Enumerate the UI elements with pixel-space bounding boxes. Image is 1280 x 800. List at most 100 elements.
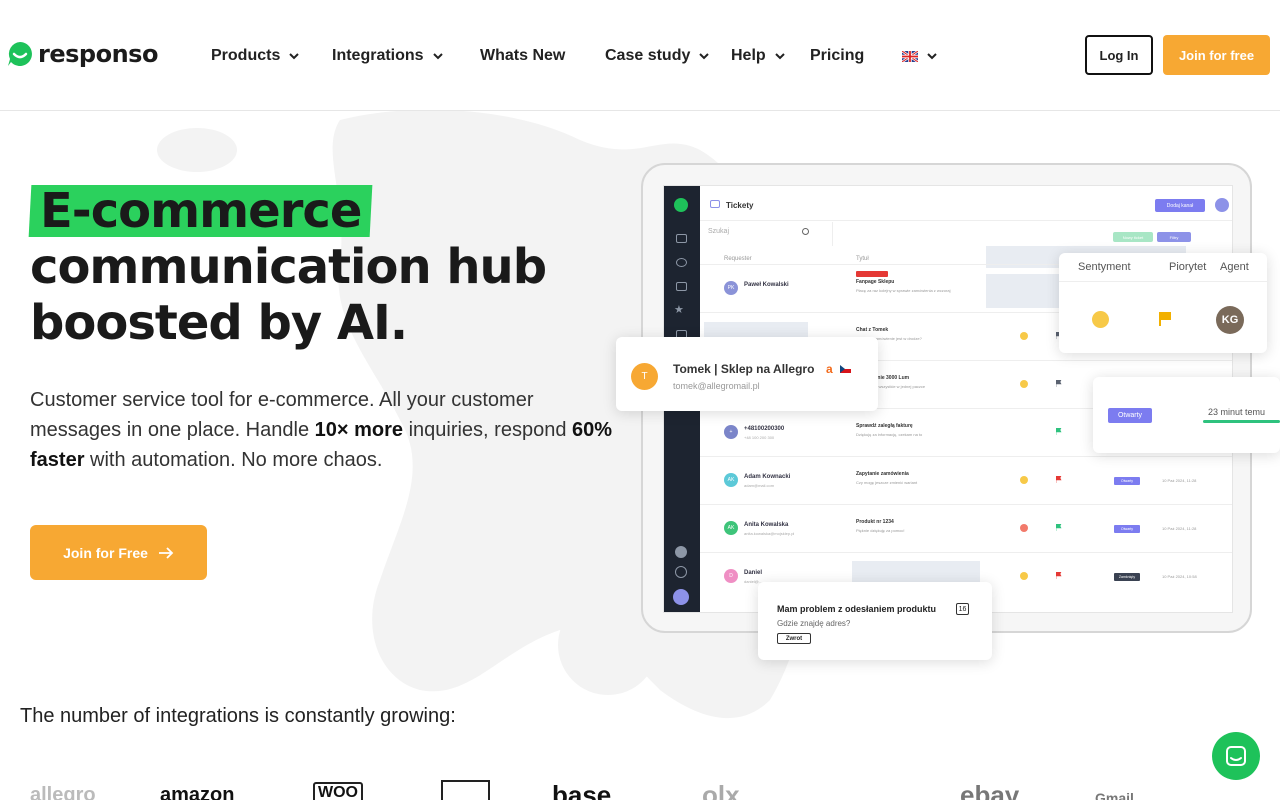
nav-case-study[interactable]: Case study <box>605 46 710 66</box>
progress-bar <box>1203 420 1280 423</box>
sentiment-icon <box>1020 332 1028 340</box>
flag-icon <box>1159 312 1171 326</box>
app-logo-icon <box>674 198 688 212</box>
chat-launcher-button[interactable] <box>1212 732 1260 780</box>
settings-icon <box>675 566 687 578</box>
nav-pricing[interactable]: Pricing <box>810 46 864 66</box>
contact-name: Tomek | Sklep na Allegro <box>673 362 815 376</box>
login-button[interactable]: Log In <box>1085 35 1153 75</box>
hero-title: E-commerce communication hub boosted by … <box>28 183 547 351</box>
nav-whats-new-label: Whats New <box>480 47 566 64</box>
flag-icon <box>1056 380 1062 387</box>
flag-icon <box>1056 428 1062 435</box>
logo-text: responso <box>38 40 158 68</box>
table-row[interactable]: AK Adam Kownacki adam@mail.com Zapytanie… <box>700 456 1232 504</box>
nav-help[interactable]: Help <box>731 46 786 66</box>
join-for-free-header-button[interactable]: Join for free <box>1163 35 1270 75</box>
allegro-logo: allegro <box>30 784 96 800</box>
row-desc: Płacę za raz kolejny w sprawie zamówieni… <box>856 288 951 293</box>
gmail-logo: Gmail <box>1095 790 1134 800</box>
integration-logo <box>441 780 490 800</box>
hero-sub-text: inquiries, respond <box>403 419 572 441</box>
add-channel-button[interactable]: Dodaj kanał <box>1155 199 1205 212</box>
contact-email: tomek@allegromail.pl <box>673 381 760 391</box>
row-desc: Czy mogę jeszcze zmienić wariant <box>856 480 918 485</box>
divider <box>832 222 833 246</box>
status-badge: Otwarty <box>1108 408 1152 423</box>
nav-whats-new[interactable]: Whats New <box>480 46 565 66</box>
join-for-free-hero-button[interactable]: Join for Free <box>30 525 207 580</box>
filters-button[interactable]: Filtry <box>1157 232 1191 242</box>
message-count: 16 <box>956 603 969 615</box>
ticket-icon <box>710 200 720 208</box>
chevron-down-icon <box>289 53 300 60</box>
row-name: Daniel <box>744 570 763 576</box>
base-logo: base <box>552 780 612 800</box>
message-tag: Zwrot <box>777 633 811 644</box>
arrow-right-icon <box>158 546 174 559</box>
nav-integrations[interactable]: Integrations <box>332 46 444 66</box>
contact-avatar: T <box>631 363 658 390</box>
row-avatar: D <box>724 569 738 583</box>
chevron-down-icon <box>432 53 443 60</box>
message-card: Mam problem z odesłaniem produktu 16 Gdz… <box>758 582 992 660</box>
hero-sub-text: with automation. No more chaos. <box>84 449 383 471</box>
chevron-down-icon <box>774 53 785 60</box>
olx-logo: olx <box>702 780 740 800</box>
flag-icon <box>1056 476 1062 483</box>
hero-title-line2: communication hub <box>30 239 547 295</box>
star-icon: ★ <box>674 304 684 316</box>
app-page-title: Tickety <box>726 201 754 210</box>
row-avatar: PK <box>724 281 738 295</box>
table-row[interactable]: AK Anita Kowalska anita.kowalska@mojskle… <box>700 504 1232 552</box>
divider <box>1059 281 1267 282</box>
responso-logo[interactable]: responso <box>6 40 158 68</box>
row-name: Paweł Kowalski <box>744 282 789 288</box>
row-name: +48100200300 <box>744 426 785 432</box>
hero-sub-bold: 10× more <box>314 419 404 441</box>
amazon-logo: amazon <box>160 784 235 800</box>
sentiment-icon <box>1020 380 1028 388</box>
contact-card: T Tomek | Sklep na Allegro a tomek@alleg… <box>616 337 878 411</box>
row-sub: +48 100 200 300 <box>744 435 775 440</box>
hero-title-highlight-text: E-commerce <box>40 183 362 239</box>
status-badge: Otwarty <box>1114 525 1140 533</box>
search-icon <box>802 228 809 235</box>
hero-title-line3: boosted by AI. <box>30 295 408 351</box>
sentiment-icon <box>1020 572 1028 580</box>
hero-subtitle: Customer service tool for e-commerce. Al… <box>30 385 620 475</box>
app-search-input[interactable]: Szukaj <box>708 228 729 235</box>
sentiment-icon <box>1020 476 1028 484</box>
row-sub: adam@mail.com <box>744 483 775 488</box>
nav-case-study-label: Case study <box>605 47 691 64</box>
top-navigation: responso Products Integrations Whats New… <box>0 0 1280 111</box>
integration-logos: allegro amazon WOO base olx ebay Gmail <box>0 780 1280 800</box>
uk-flag-icon <box>902 50 918 62</box>
priority-badge <box>856 271 888 277</box>
row-name: Anita Kowalska <box>744 522 789 528</box>
status-badge: Zamknięty <box>1114 573 1140 581</box>
row-avatar: AK <box>724 521 738 535</box>
sentiment-icon <box>1020 524 1028 532</box>
row-title: Zapytanie zamówienia <box>856 471 909 477</box>
agent-label: Agent <box>1220 261 1249 273</box>
sentiment-label: Sentyment <box>1078 261 1131 273</box>
language-selector[interactable] <box>902 46 938 66</box>
row-title: Chat z Tomek <box>856 327 889 333</box>
row-date: 10 Paź 2024, 11:28 <box>1162 478 1197 483</box>
nav-products-label: Products <box>211 47 281 64</box>
new-ticket-button[interactable]: Nowy ticket <box>1113 232 1153 242</box>
hero-title-highlight: E-commerce <box>28 183 373 239</box>
message-title: Mam problem z odesłaniem produktu <box>777 604 937 614</box>
row-name: Adam Kownacki <box>744 474 791 480</box>
inbox-icon <box>676 234 687 243</box>
logo-chat-icon <box>8 42 32 66</box>
woocommerce-logo: WOO <box>313 782 363 800</box>
help-icon <box>675 546 687 558</box>
row-date: 10 Paź 2024, 10:58 <box>1162 574 1197 579</box>
nav-products[interactable]: Products <box>211 46 300 66</box>
row-title: Produkt nr 1234 <box>856 519 894 525</box>
nav-integrations-label: Integrations <box>332 47 424 64</box>
user-avatar <box>673 589 689 605</box>
integrations-heading: The number of integrations is constantly… <box>20 705 456 727</box>
